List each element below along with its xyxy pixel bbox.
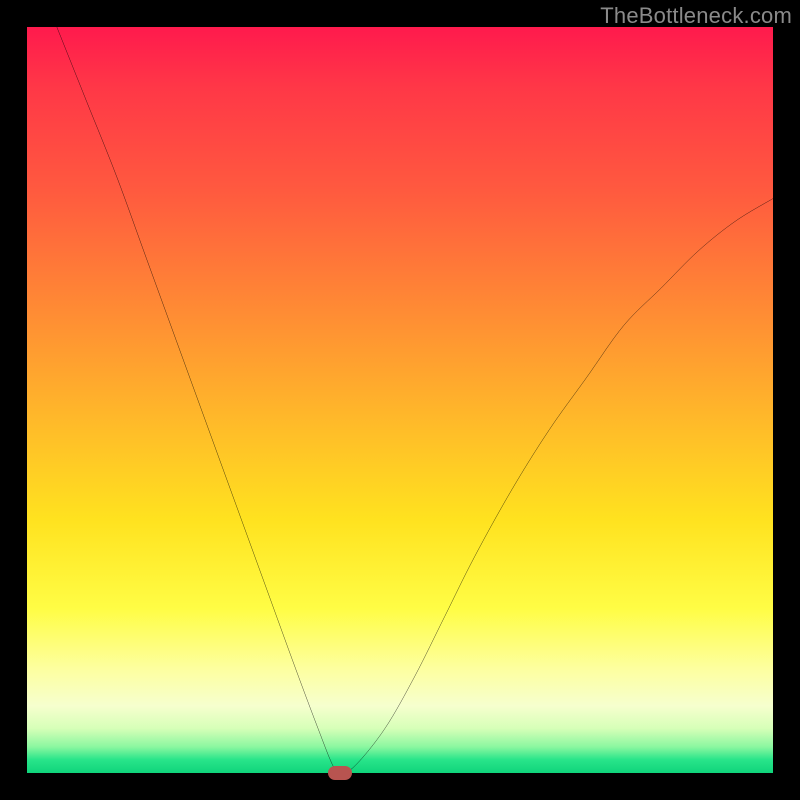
bottleneck-curve (27, 27, 773, 773)
minimum-marker (328, 766, 352, 780)
watermark-text: TheBottleneck.com (600, 3, 792, 29)
plot-area (27, 27, 773, 773)
chart-frame: TheBottleneck.com (0, 0, 800, 800)
